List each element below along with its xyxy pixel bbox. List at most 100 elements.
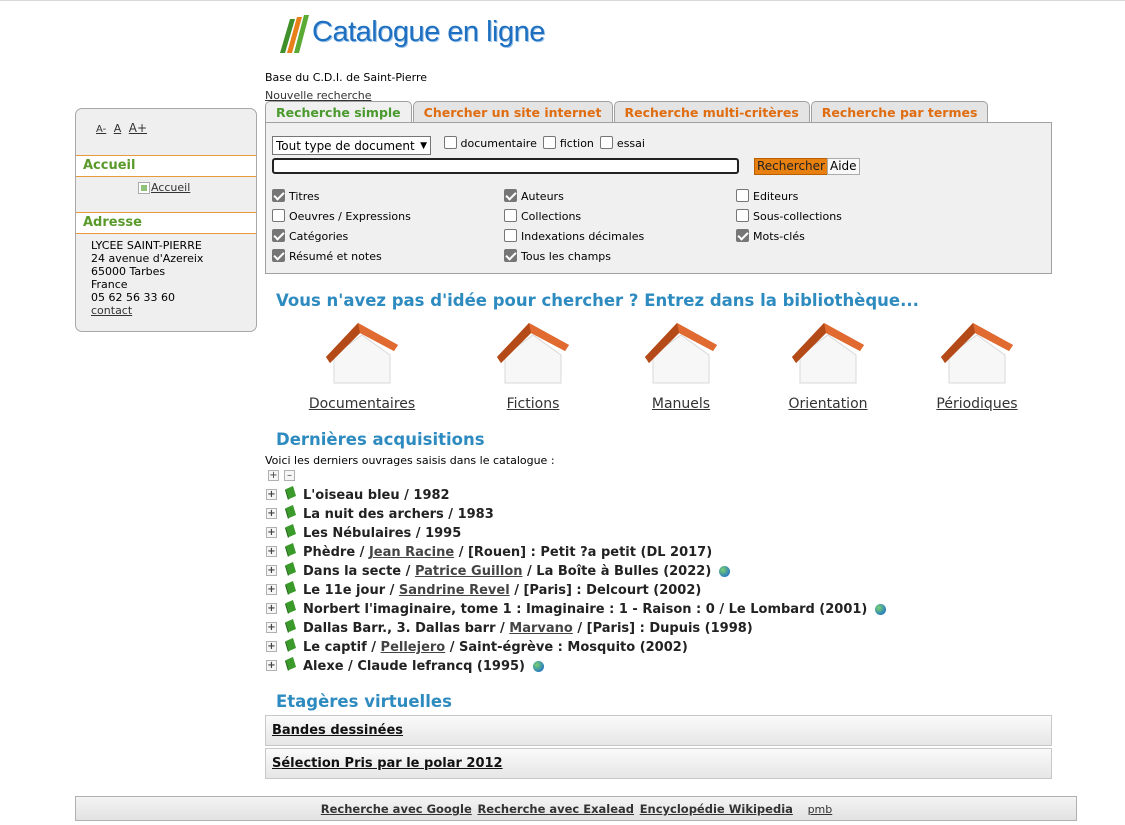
tab-site-internet[interactable]: Chercher un site internet bbox=[412, 101, 613, 123]
footer-link-google[interactable]: Recherche avec Google bbox=[321, 802, 472, 816]
checkbox-label: Oeuvres / Expressions bbox=[289, 210, 411, 223]
library-section-link[interactable]: Documentaires bbox=[309, 396, 415, 412]
doc-type-select[interactable]: Tout type de document ▼ bbox=[272, 136, 431, 155]
author-link[interactable]: Jean Racine bbox=[369, 545, 454, 560]
library-section-link[interactable]: Périodiques bbox=[936, 396, 1017, 412]
acquisition-link[interactable]: Dans la secte / Patrice Guillon / La Boî… bbox=[303, 564, 731, 579]
doc-type-essai[interactable]: essai bbox=[600, 136, 645, 150]
footer-link-pmb[interactable]: pmb bbox=[808, 803, 833, 816]
search-field-option[interactable]: Auteurs bbox=[504, 189, 564, 203]
checkbox[interactable] bbox=[272, 229, 285, 242]
expand-icon[interactable]: + bbox=[266, 565, 277, 576]
library-section-link[interactable]: Fictions bbox=[507, 396, 560, 412]
house-icon[interactable] bbox=[788, 321, 868, 385]
checkbox[interactable] bbox=[543, 136, 557, 149]
search-field-option[interactable]: Titres bbox=[272, 189, 320, 203]
tab-par-termes[interactable]: Recherche par termes bbox=[810, 101, 989, 123]
acquisition-link[interactable]: Phèdre / Jean Racine / [Rouen] : Petit ?… bbox=[303, 545, 712, 560]
logo[interactable]: Catalogue en ligne bbox=[278, 12, 545, 56]
checkbox[interactable] bbox=[600, 136, 614, 149]
contact-link[interactable]: contact bbox=[91, 304, 203, 317]
search-field-option[interactable]: Sous-collections bbox=[736, 209, 842, 223]
footer-link-wikipedia[interactable]: Encyclopédie Wikipedia bbox=[640, 802, 793, 816]
search-input[interactable] bbox=[272, 158, 739, 174]
author-link[interactable]: Pellejero bbox=[381, 640, 446, 655]
doc-type-documentaire[interactable]: documentaire bbox=[444, 136, 537, 150]
library-section-link[interactable]: Orientation bbox=[788, 396, 867, 412]
author-link[interactable]: Marvano bbox=[509, 621, 573, 636]
checkbox[interactable] bbox=[736, 189, 749, 202]
search-button[interactable]: Rechercher bbox=[754, 158, 828, 175]
doc-type-fiction[interactable]: fiction bbox=[543, 136, 594, 150]
expand-all-icon[interactable]: + bbox=[268, 470, 279, 481]
shelf-pris-par-le-polar[interactable]: Sélection Pris par le polar 2012 bbox=[265, 748, 1052, 779]
search-panel: Tout type de document ▼ documentaire fic… bbox=[265, 122, 1052, 274]
checkbox[interactable] bbox=[736, 229, 749, 242]
checkbox[interactable] bbox=[504, 189, 517, 202]
acquisitions-title: Dernières acquisitions bbox=[276, 430, 485, 449]
expand-icon[interactable]: + bbox=[266, 641, 277, 652]
acquisition-link[interactable]: Le captif / Pellejero / Saint-égrève : M… bbox=[303, 640, 688, 655]
house-icon[interactable] bbox=[641, 321, 721, 385]
expand-icon[interactable]: + bbox=[266, 546, 277, 557]
author-link[interactable]: Patrice Guillon bbox=[415, 564, 523, 579]
expand-icon[interactable]: + bbox=[266, 603, 277, 614]
expand-icon[interactable]: + bbox=[266, 508, 277, 519]
acquisition-link[interactable]: Norbert l'imaginaire, tome 1 : Imaginair… bbox=[303, 602, 887, 617]
house-icon[interactable] bbox=[493, 321, 573, 385]
acquisition-link[interactable]: L'oiseau bleu / 1982 bbox=[303, 488, 450, 503]
search-field-option[interactable]: Oeuvres / Expressions bbox=[272, 209, 411, 223]
accueil-image-link[interactable]: Accueil bbox=[138, 181, 190, 194]
list-item: + L'oiseau bleu / 1982 bbox=[265, 486, 965, 505]
search-field-option[interactable]: Résumé et notes bbox=[272, 249, 382, 263]
expand-icon[interactable]: + bbox=[266, 660, 277, 671]
expand-icon[interactable]: + bbox=[266, 527, 277, 538]
expand-icon[interactable]: + bbox=[266, 584, 277, 595]
checkbox[interactable] bbox=[736, 209, 749, 222]
search-field-option[interactable]: Catégories bbox=[272, 229, 348, 243]
globe-icon[interactable] bbox=[875, 604, 887, 615]
expand-icon[interactable]: + bbox=[266, 489, 277, 500]
collapse-all-icon[interactable]: – bbox=[284, 470, 295, 481]
checkbox[interactable] bbox=[272, 189, 285, 202]
font-normal-link[interactable]: A bbox=[114, 122, 122, 135]
footer-link-exalead[interactable]: Recherche avec Exalead bbox=[477, 802, 634, 816]
acquisition-link[interactable]: Les Nébulaires / 1995 bbox=[303, 526, 461, 541]
tab-recherche-simple[interactable]: Recherche simple bbox=[265, 101, 412, 124]
checkbox[interactable] bbox=[504, 209, 517, 222]
acquisition-link[interactable]: Alexe / Claude lefrancq (1995) bbox=[303, 659, 544, 674]
house-icon[interactable] bbox=[322, 321, 402, 385]
logo-text: Catalogue en ligne bbox=[312, 15, 545, 48]
accueil-image-alt: Accueil bbox=[151, 181, 191, 194]
checkbox-label: Résumé et notes bbox=[289, 250, 382, 263]
search-field-option[interactable]: Mots-clés bbox=[736, 229, 805, 243]
checkbox-label: Indexations décimales bbox=[521, 230, 645, 243]
checkbox[interactable] bbox=[504, 249, 517, 262]
expand-icon[interactable]: + bbox=[266, 622, 277, 633]
checkbox[interactable] bbox=[504, 229, 517, 242]
acquisition-link[interactable]: Dallas Barr., 3. Dallas barr / Marvano /… bbox=[303, 621, 753, 636]
book-icon bbox=[285, 619, 296, 633]
font-increase-link[interactable]: A+ bbox=[129, 121, 147, 135]
search-field-option[interactable]: Editeurs bbox=[736, 189, 798, 203]
search-field-option[interactable]: Tous les champs bbox=[504, 249, 611, 263]
search-field-option[interactable]: Collections bbox=[504, 209, 581, 223]
address-line: 24 avenue d'Azereix bbox=[91, 252, 204, 265]
acquisition-link[interactable]: Le 11e jour / Sandrine Revel / [Paris] :… bbox=[303, 583, 701, 598]
checkbox[interactable] bbox=[444, 136, 457, 149]
globe-icon[interactable] bbox=[719, 566, 731, 577]
tab-multi-criteres[interactable]: Recherche multi-critères bbox=[613, 101, 810, 123]
author-link[interactable]: Sandrine Revel bbox=[399, 583, 510, 598]
list-item: + Norbert l'imaginaire, tome 1 : Imaginai… bbox=[265, 600, 965, 619]
acquisition-link[interactable]: La nuit des archers / 1983 bbox=[303, 507, 494, 522]
house-icon[interactable] bbox=[937, 321, 1017, 385]
search-field-option[interactable]: Indexations décimales bbox=[504, 229, 644, 243]
checkbox[interactable] bbox=[272, 209, 285, 222]
font-decrease-link[interactable]: A- bbox=[96, 124, 106, 135]
globe-icon[interactable] bbox=[532, 661, 544, 672]
library-section-link[interactable]: Manuels bbox=[652, 396, 710, 412]
checkbox[interactable] bbox=[272, 249, 285, 262]
acquisition-title: La nuit des archers / 1983 bbox=[303, 507, 494, 522]
shelf-bandes-dessinees[interactable]: Bandes dessinées bbox=[265, 715, 1052, 746]
help-button[interactable]: Aide bbox=[827, 158, 860, 175]
